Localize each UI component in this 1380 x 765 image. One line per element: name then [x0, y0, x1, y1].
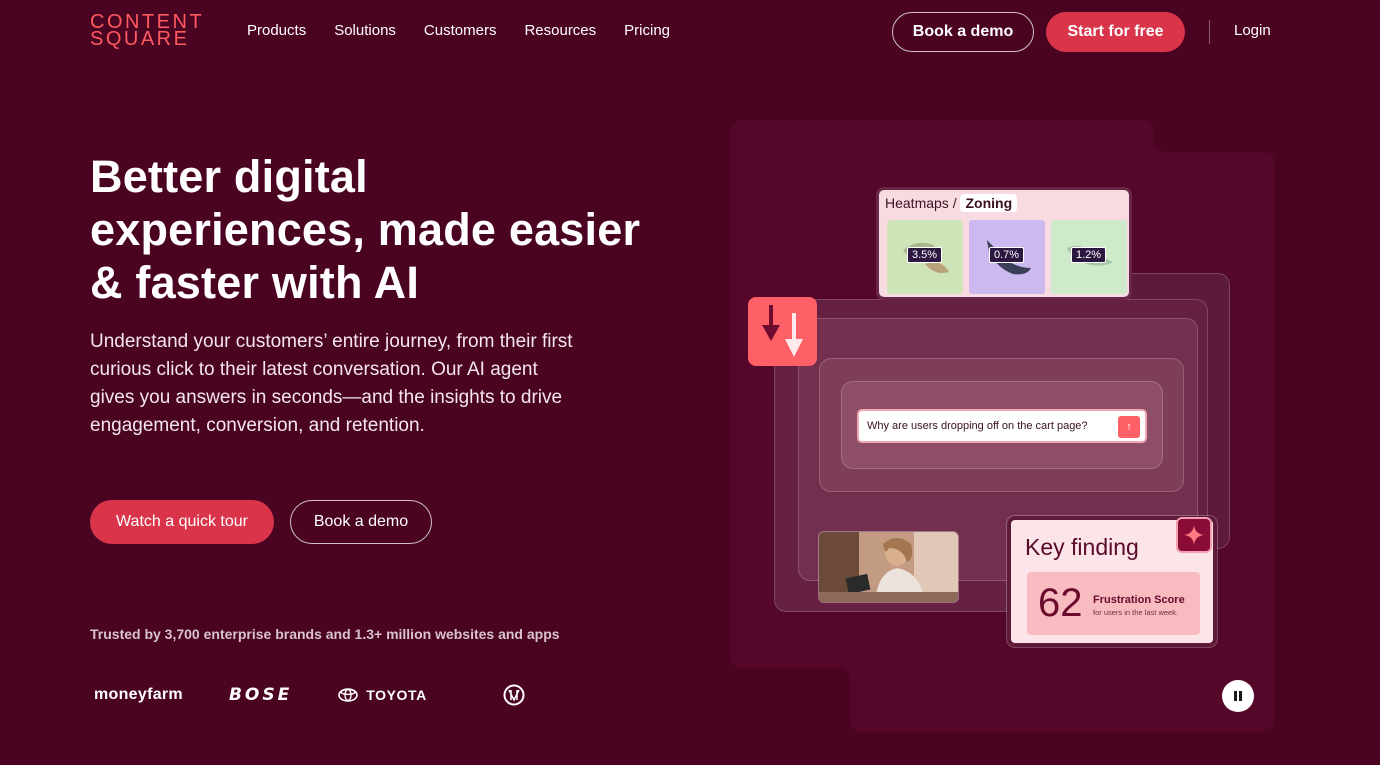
- nav-divider: [1209, 20, 1210, 44]
- trusted-text: Trusted by 3,700 enterprise brands and 1…: [90, 626, 560, 642]
- customer-photo: [818, 531, 959, 603]
- main-nav: Products Solutions Customers Resources P…: [247, 22, 670, 39]
- key-finding-title: Key finding: [1025, 534, 1139, 560]
- watch-tour-button[interactable]: Watch a quick tour: [90, 500, 274, 544]
- ai-query-input[interactable]: Why are users dropping off on the cart p…: [857, 409, 1147, 443]
- ai-query-text: Why are users dropping off on the cart p…: [867, 420, 1088, 432]
- frustration-score-value: 62: [1038, 581, 1083, 625]
- moneyfarm-logo: moneyfarm: [94, 686, 183, 703]
- hero-title: Better digital experiences, made easier …: [90, 151, 641, 308]
- nav-resources[interactable]: Resources: [524, 22, 596, 39]
- logo-line-2: SQUARE: [90, 28, 190, 50]
- heatmap-tile: 1.2%: [1051, 220, 1127, 294]
- hero-book-demo-button[interactable]: Book a demo: [290, 500, 432, 544]
- toyota-emblem-icon: [338, 688, 359, 702]
- frustration-score-label: Frustration Score: [1093, 594, 1185, 606]
- nav-start-free-button[interactable]: Start for free: [1046, 12, 1185, 52]
- ai-sparkle-icon: [1176, 517, 1212, 553]
- send-arrow-icon[interactable]: ↑: [1118, 416, 1140, 438]
- nav-products[interactable]: Products: [247, 22, 306, 39]
- heatmap-tile: 3.5%: [887, 220, 963, 294]
- nav-customers[interactable]: Customers: [424, 22, 497, 39]
- heatmap-prefix: Heatmaps /: [885, 195, 957, 211]
- tile-percentage: 3.5%: [907, 247, 943, 263]
- nav-book-demo-button[interactable]: Book a demo: [892, 12, 1034, 52]
- heatmap-card: Heatmaps / Zoning 3.5% 0.7% 1.2%: [876, 187, 1132, 300]
- toyota-wordmark: TOYOTA: [366, 687, 427, 703]
- heatmap-label: Heatmaps / Zoning: [885, 194, 1018, 212]
- login-link[interactable]: Login: [1234, 22, 1271, 39]
- pause-icon: [1234, 691, 1242, 701]
- bose-logo: BOSE: [228, 685, 293, 705]
- pause-animation-button[interactable]: [1222, 680, 1254, 712]
- tile-percentage: 0.7%: [989, 247, 1025, 263]
- toyota-logo: TOYOTA: [338, 687, 427, 703]
- tile-percentage: 1.2%: [1071, 247, 1107, 263]
- nav-solutions[interactable]: Solutions: [334, 22, 396, 39]
- dropoff-arrows-icon: [748, 297, 817, 366]
- brand-logos: moneyfarm BOSE TOYOTA: [94, 684, 525, 706]
- hero-subtitle: Understand your customers’ entire journe…: [90, 331, 573, 436]
- heatmap-tile: 0.7%: [969, 220, 1045, 294]
- logo[interactable]: CONTENT SQUARE: [90, 12, 204, 50]
- frustration-score-box: 62 Frustration Score for users in the la…: [1027, 572, 1200, 635]
- frustration-score-description: for users in the last week.: [1093, 608, 1179, 617]
- nav-pricing[interactable]: Pricing: [624, 22, 670, 39]
- brand-emblem-icon: [503, 684, 525, 706]
- heatmap-mode: Zoning: [960, 194, 1018, 212]
